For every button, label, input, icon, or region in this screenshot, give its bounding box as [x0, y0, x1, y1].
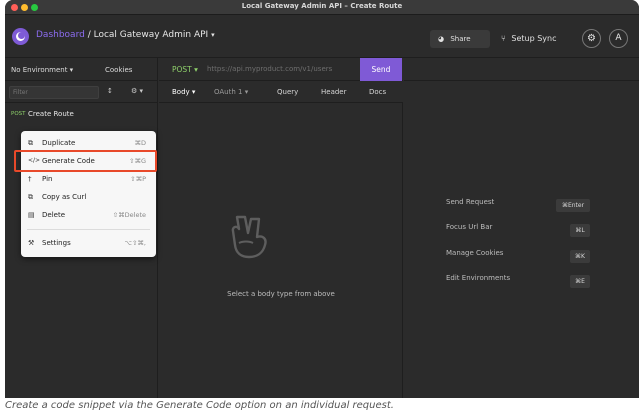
generate-code-highlight: [14, 150, 157, 172]
method-dropdown[interactable]: POST ▾: [172, 65, 198, 74]
dashboard-link[interactable]: Dashboard: [36, 30, 85, 40]
workspace-caret-icon[interactable]: ▾: [211, 31, 215, 39]
request-method-badge: POST: [11, 111, 26, 117]
workspace-dropdown[interactable]: Local Gateway Admin API: [94, 30, 209, 40]
menu-item-label: Delete: [42, 211, 65, 219]
menu-item-delete[interactable]: ▤ Delete ⇧⌘Delete: [21, 207, 156, 224]
menu-item-shortcut: ⌥⇧⌘,: [124, 239, 146, 247]
menu-item-label: Duplicate: [42, 139, 76, 147]
menu-item-label: Copy as Curl: [42, 193, 87, 201]
tab-query[interactable]: Query: [277, 88, 298, 96]
sidebar-toolbar: No Environment ▾ Cookies: [5, 58, 158, 81]
environment-dropdown[interactable]: No Environment ▾: [11, 66, 73, 74]
app-window: Local Gateway Admin API – Create Route D…: [5, 0, 639, 398]
breadcrumb: Dashboard / Local Gateway Admin API ▾: [36, 30, 215, 40]
tab-auth[interactable]: OAuth 1 ▾: [214, 88, 248, 96]
menu-item-copy-as-curl[interactable]: ⧉ Copy as Curl: [21, 189, 156, 206]
empty-body-message: Select a body type from above: [227, 290, 335, 298]
shortcut-label-focus-url: Focus Url Bar: [446, 223, 493, 231]
shortcut-key-send-request: ⌘Enter: [556, 199, 590, 212]
shortcut-label-edit-environments: Edit Environments: [446, 274, 511, 282]
sort-icon[interactable]: ↕: [107, 87, 113, 95]
peace-hand-icon: [231, 215, 267, 259]
request-name: Create Route: [28, 110, 74, 118]
cookies-button[interactable]: Cookies: [105, 66, 132, 74]
tab-header[interactable]: Header: [321, 88, 347, 96]
menu-item-settings[interactable]: ⚒ Settings ⌥⇧⌘,: [21, 235, 156, 252]
menu-divider: [27, 229, 150, 230]
menu-item-shortcut: ⇧⌘P: [130, 175, 146, 183]
sync-icon: ⑂: [501, 34, 506, 43]
account-icon[interactable]: A: [609, 29, 628, 48]
shortcut-key-edit-environments: ⌘E: [570, 275, 590, 288]
breadcrumb-separator: /: [84, 30, 94, 40]
share-label: Share: [450, 35, 471, 43]
copy-icon: ⧉: [28, 193, 33, 201]
duplicate-icon: ⧉: [28, 139, 33, 147]
settings-gear-icon[interactable]: ⚙: [582, 29, 601, 48]
tab-body[interactable]: Body ▾: [172, 88, 195, 96]
menu-item-label: Settings: [42, 239, 71, 247]
menu-item-pin[interactable]: † Pin ⇧⌘P: [21, 171, 156, 188]
shortcut-label-send-request: Send Request: [446, 198, 495, 206]
filter-row: Filter ↕ ⚙ ▾: [5, 81, 158, 103]
shortcut-label-manage-cookies: Manage Cookies: [446, 249, 504, 257]
menu-item-shortcut: ⇧⌘Delete: [112, 211, 146, 219]
request-item-create-route[interactable]: POST Create Route: [5, 103, 158, 125]
menu-item-shortcut: ⌘D: [134, 139, 146, 147]
menu-item-label: Pin: [42, 175, 53, 183]
url-bar: POST ▾ https://api.myproduct.com/v1/user…: [159, 58, 403, 81]
figure-caption: Create a code snippet via the Generate C…: [5, 400, 394, 411]
title-bar: Local Gateway Admin API – Create Route: [5, 0, 639, 15]
app-header: Dashboard / Local Gateway Admin API ▾ ◕ …: [5, 15, 639, 58]
filter-input[interactable]: Filter: [9, 86, 99, 99]
request-tabs: Body ▾ OAuth 1 ▾ Query Header Docs: [159, 81, 403, 103]
request-body-panel: Select a body type from above: [159, 103, 403, 398]
window-title: Local Gateway Admin API – Create Route: [241, 2, 403, 10]
shortcuts-panel: Send Request ⌘Enter Focus Url Bar ⌘L Man…: [404, 81, 639, 398]
more-options-icon[interactable]: ⚙ ▾: [131, 87, 143, 95]
url-input[interactable]: https://api.myproduct.com/v1/users: [207, 65, 332, 73]
setup-sync-label: Setup Sync: [511, 34, 557, 43]
response-toolbar: [404, 58, 639, 81]
share-button[interactable]: ◕ Share: [430, 30, 490, 48]
setup-sync-button[interactable]: ⑂ Setup Sync: [501, 34, 556, 43]
trash-icon: ▤: [28, 211, 35, 219]
app-logo-icon[interactable]: [12, 28, 29, 45]
pin-icon: †: [28, 175, 32, 183]
wrench-icon: ⚒: [28, 239, 35, 247]
tab-docs[interactable]: Docs: [369, 88, 386, 96]
send-button[interactable]: Send: [360, 58, 402, 81]
shortcut-key-manage-cookies: ⌘K: [570, 250, 590, 263]
share-icon: ◕: [438, 35, 445, 43]
shortcut-key-focus-url: ⌘L: [570, 224, 590, 237]
